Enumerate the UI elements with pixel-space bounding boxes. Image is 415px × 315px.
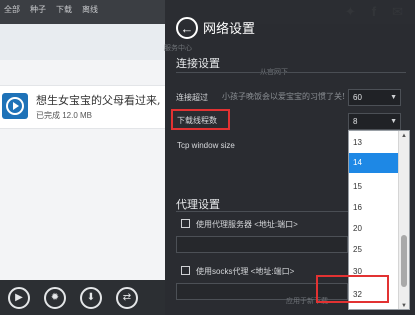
download-item[interactable]: 想生女宝宝的父母看过来, 已完成 12.0 MB	[0, 85, 165, 129]
app-tabbar	[0, 24, 165, 60]
swap-icon[interactable]: ⇄	[116, 286, 138, 309]
conn-limit-select[interactable]: 60 ▼	[348, 89, 401, 106]
connection-section-title: 连接设置	[176, 58, 220, 70]
download-threads-label: 下载线程数	[177, 116, 217, 125]
socks-proxy-label: 使用socks代理 <地址:端口>	[196, 267, 295, 276]
dropdown-option[interactable]: 13	[349, 133, 399, 153]
download-threads-value: 8	[353, 117, 358, 126]
dropdown-option[interactable]: 15	[349, 177, 399, 197]
dropdown-option[interactable]: 25	[349, 240, 399, 260]
play-icon[interactable]: ▶	[8, 286, 30, 309]
tab-torrent[interactable]: 种子	[30, 4, 46, 15]
dropdown-scrollbar[interactable]: ▲ ▼	[398, 131, 409, 309]
scroll-down-icon[interactable]: ▼	[401, 303, 407, 309]
socks-proxy-checkbox[interactable]	[181, 266, 190, 275]
tcp-window-label: Tcp window size	[177, 141, 235, 150]
dropdown-option-selected[interactable]: 14	[349, 153, 399, 173]
bottom-toolbar: ▶ ✹ ⬇ ⇄	[0, 280, 165, 315]
play-file-icon[interactable]	[2, 93, 28, 119]
dropdown-option[interactable]: 20	[349, 219, 399, 239]
tab-all[interactable]: 全部	[4, 4, 20, 15]
dropdown-option[interactable]: 16	[349, 198, 399, 218]
chevron-down-icon: ▼	[390, 94, 397, 101]
conn-limit-value: 60	[353, 93, 362, 102]
conn-limit-ghost: 小孩子晚饭会以爱宝宝的习惯了关!	[222, 92, 346, 101]
tab-offline[interactable]: 离线	[82, 4, 98, 15]
download-title: 想生女宝宝的父母看过来,	[36, 94, 161, 107]
ghost-header: 服务中心	[164, 45, 192, 52]
scroll-up-icon[interactable]: ▲	[401, 133, 407, 139]
scroll-thumb[interactable]	[401, 235, 407, 287]
tab-download[interactable]: 下载	[56, 4, 72, 15]
settings-icon[interactable]: ✹	[44, 286, 66, 309]
option-highlight	[316, 275, 389, 303]
panel-title: 网络设置	[203, 21, 256, 36]
proxy-server-input[interactable]	[176, 236, 348, 253]
app-tabs: 全部 种子 下载 离线	[4, 4, 98, 15]
conn-limit-label: 连接超过	[176, 93, 208, 102]
proxy-server-checkbox[interactable]	[181, 219, 190, 228]
proxy-section-title: 代理设置	[176, 199, 220, 211]
download-threads-select[interactable]: 8 ▼	[348, 113, 401, 130]
back-arrow-icon[interactable]: ←	[176, 17, 198, 39]
chevron-down-icon: ▼	[390, 118, 397, 125]
download-icon[interactable]: ⬇	[80, 286, 102, 309]
download-status: 已完成 12.0 MB	[36, 111, 93, 120]
proxy-server-label: 使用代理服务器 <地址:端口>	[196, 220, 298, 229]
divider	[176, 72, 406, 73]
